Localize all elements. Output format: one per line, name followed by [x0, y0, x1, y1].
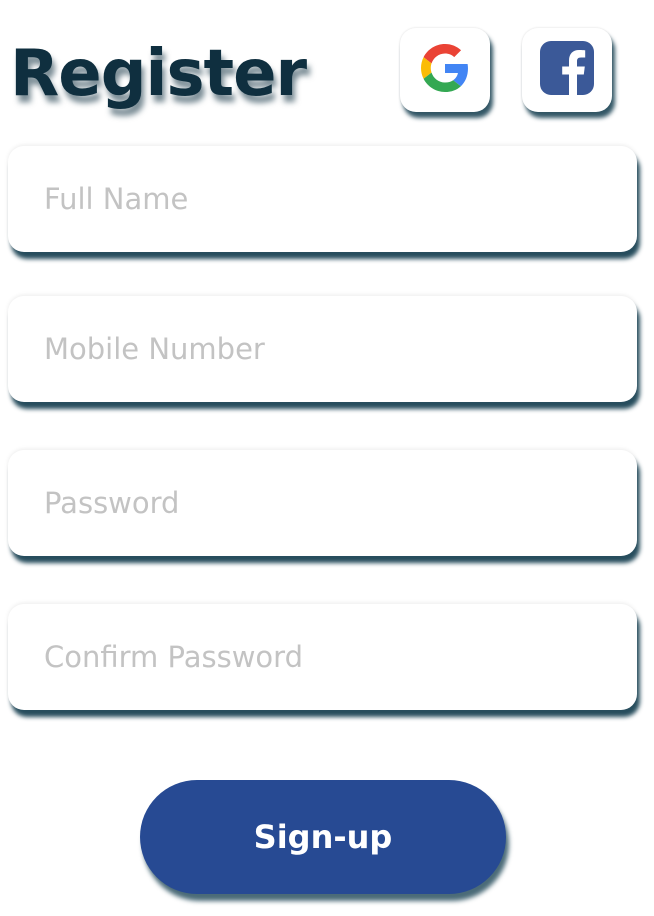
password-input[interactable] — [44, 486, 601, 520]
mobile-number-input[interactable] — [44, 332, 601, 366]
facebook-icon — [540, 40, 594, 100]
full-name-input[interactable] — [44, 182, 601, 216]
mobile-number-field[interactable] — [8, 296, 637, 402]
google-icon — [421, 43, 469, 97]
confirm-password-input[interactable] — [44, 640, 601, 674]
signup-button[interactable]: Sign-up — [140, 780, 506, 894]
password-field[interactable] — [8, 450, 637, 556]
confirm-password-field[interactable] — [8, 604, 637, 710]
google-login-button[interactable] — [400, 28, 490, 112]
facebook-login-button[interactable] — [522, 28, 612, 112]
full-name-field[interactable] — [8, 146, 637, 252]
page-title: Register — [10, 37, 307, 111]
